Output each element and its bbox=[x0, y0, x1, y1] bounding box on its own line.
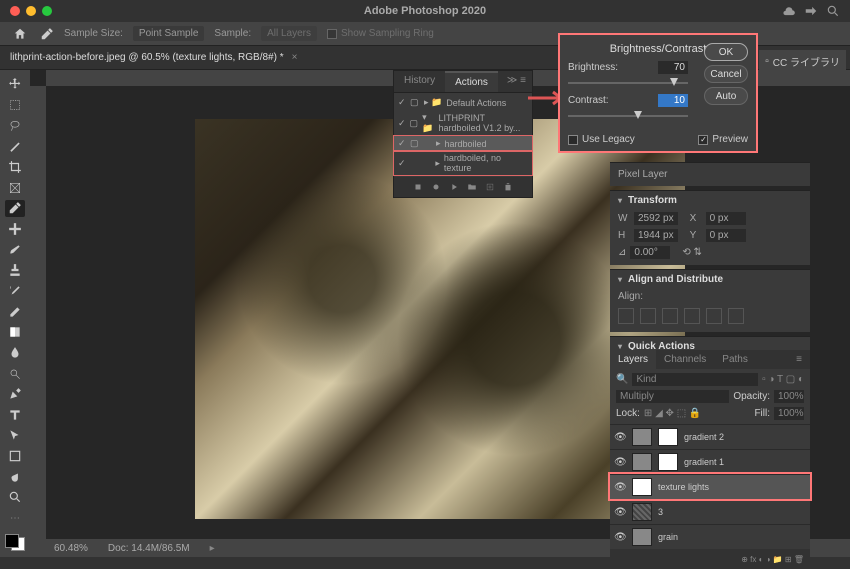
contrast-field[interactable]: 10 bbox=[658, 94, 688, 107]
layer-row[interactable]: 👁gradient 2 bbox=[610, 424, 810, 449]
cc-libraries-button[interactable]: ▫ CC ライブラリ bbox=[759, 50, 846, 73]
use-legacy-checkbox[interactable]: Use Legacy bbox=[568, 134, 635, 145]
new-icon[interactable] bbox=[485, 182, 495, 192]
tab-history[interactable]: History bbox=[394, 71, 445, 92]
wand-tool[interactable] bbox=[5, 138, 25, 155]
brush-tool[interactable] bbox=[5, 241, 25, 258]
y-field[interactable]: 0 px bbox=[706, 229, 746, 242]
show-ring-checkbox[interactable]: Show Sampling Ring bbox=[327, 28, 434, 39]
history-brush-tool[interactable] bbox=[5, 283, 25, 300]
record-icon[interactable] bbox=[431, 182, 441, 192]
contrast-slider[interactable] bbox=[568, 111, 688, 121]
layer-row[interactable]: 👁grain bbox=[610, 524, 810, 549]
zoom-field[interactable]: 60.48% bbox=[54, 543, 88, 554]
visibility-icon[interactable]: 👁 bbox=[614, 507, 626, 518]
stop-icon[interactable] bbox=[413, 182, 423, 192]
align-header[interactable]: Align and Distribute bbox=[618, 274, 802, 285]
opacity-field[interactable]: 100% bbox=[774, 390, 804, 403]
layer-row[interactable]: 👁gradient 1 bbox=[610, 449, 810, 474]
share-icon[interactable] bbox=[804, 4, 818, 18]
crop-tool[interactable] bbox=[5, 159, 25, 176]
brightness-slider[interactable] bbox=[568, 78, 688, 88]
visibility-icon[interactable]: 👁 bbox=[614, 532, 626, 543]
pixel-layer-label: Pixel Layer bbox=[618, 169, 667, 180]
action-item[interactable]: ✓▢▸ 📁Default Actions bbox=[394, 95, 532, 110]
close-window[interactable] bbox=[10, 6, 20, 16]
doc-info[interactable]: Doc: 14.4M/86.5M bbox=[108, 543, 190, 554]
x-field[interactable]: 0 px bbox=[706, 212, 746, 225]
sample-label: Sample: bbox=[214, 28, 251, 39]
height-field[interactable]: 1944 px bbox=[634, 229, 678, 242]
kind-filter[interactable]: Kind bbox=[632, 373, 758, 386]
search-icon[interactable] bbox=[826, 4, 840, 18]
layer-row[interactable]: 👁3 bbox=[610, 499, 810, 524]
action-item[interactable]: ✓▸hardboiled, no texture bbox=[394, 151, 532, 175]
width-field[interactable]: 2592 px bbox=[634, 212, 678, 225]
type-tool[interactable] bbox=[5, 407, 25, 424]
tab-layers[interactable]: Layers bbox=[610, 350, 656, 369]
layers-panel: Layers Channels Paths ≡ 🔍Kind▫ ◑ T ▢ ◐ M… bbox=[610, 350, 810, 569]
ok-button[interactable]: OK bbox=[704, 43, 748, 61]
tab-actions[interactable]: Actions bbox=[445, 71, 498, 92]
layer-row-selected[interactable]: 👁texture lights bbox=[610, 474, 810, 499]
fill-field[interactable]: 100% bbox=[774, 407, 804, 420]
brightness-label: Brightness: bbox=[568, 62, 658, 73]
visibility-icon[interactable]: 👁 bbox=[614, 457, 626, 468]
align-buttons[interactable] bbox=[618, 304, 802, 328]
preview-checkbox[interactable]: Preview bbox=[698, 134, 748, 145]
edit-toolbar[interactable]: ⋯ bbox=[5, 510, 25, 527]
pen-tool[interactable] bbox=[5, 386, 25, 403]
brightness-field[interactable]: 70 bbox=[658, 61, 688, 74]
heal-tool[interactable] bbox=[5, 221, 25, 238]
actions-panel: History Actions ≫ ≡ ✓▢▸ 📁Default Actions… bbox=[393, 70, 533, 198]
home-button[interactable] bbox=[10, 24, 30, 44]
eyedropper-tool[interactable] bbox=[5, 200, 25, 217]
hand-tool[interactable] bbox=[5, 468, 25, 485]
brightness-contrast-dialog: Brightness/Contrast Brightness:70 Contra… bbox=[558, 33, 758, 153]
tool-palette: ⋯ bbox=[0, 70, 30, 557]
app-title: Adobe Photoshop 2020 bbox=[364, 5, 486, 17]
cancel-button[interactable]: Cancel bbox=[704, 65, 748, 83]
sample-size-label: Sample Size: bbox=[64, 28, 123, 39]
zoom-tool[interactable] bbox=[5, 489, 25, 506]
action-item[interactable]: ✓▢▾ 📁LITHPRINT hardboiled V1.2 by... bbox=[394, 110, 532, 136]
transform-header[interactable]: Transform bbox=[618, 195, 802, 206]
dodge-tool[interactable] bbox=[5, 365, 25, 382]
tab-paths[interactable]: Paths bbox=[714, 350, 756, 369]
contrast-label: Contrast: bbox=[568, 95, 658, 106]
visibility-icon[interactable]: 👁 bbox=[614, 432, 626, 443]
document-tab[interactable]: lithprint-action-before.jpeg @ 60.5% (te… bbox=[10, 52, 297, 63]
eyedropper-icon bbox=[40, 27, 54, 41]
sample-size-dropdown[interactable]: Point Sample bbox=[133, 26, 204, 41]
eraser-tool[interactable] bbox=[5, 303, 25, 320]
color-swatch[interactable] bbox=[5, 534, 25, 551]
visibility-icon[interactable]: 👁 bbox=[614, 482, 626, 493]
maximize-window[interactable] bbox=[42, 6, 52, 16]
panel-menu-icon[interactable]: ≡ bbox=[788, 350, 810, 369]
angle-field[interactable]: 0.00° bbox=[630, 246, 670, 259]
ruler-vertical[interactable] bbox=[30, 86, 46, 557]
shape-tool[interactable] bbox=[5, 448, 25, 465]
blur-tool[interactable] bbox=[5, 345, 25, 362]
blend-mode[interactable]: Multiply bbox=[616, 390, 729, 403]
marquee-tool[interactable] bbox=[5, 97, 25, 114]
lasso-tool[interactable] bbox=[5, 117, 25, 134]
tab-channels[interactable]: Channels bbox=[656, 350, 714, 369]
play-icon[interactable] bbox=[449, 182, 459, 192]
folder-icon[interactable] bbox=[467, 182, 477, 192]
sample-dropdown[interactable]: All Layers bbox=[261, 26, 317, 41]
frame-tool[interactable] bbox=[5, 179, 25, 196]
action-item-selected[interactable]: ✓▢▸hardboiled bbox=[394, 136, 532, 151]
cloud-icon[interactable] bbox=[782, 4, 796, 18]
minimize-window[interactable] bbox=[26, 6, 36, 16]
path-select-tool[interactable] bbox=[5, 427, 25, 444]
move-tool[interactable] bbox=[5, 76, 25, 93]
trash-icon[interactable] bbox=[503, 182, 513, 192]
stamp-tool[interactable] bbox=[5, 262, 25, 279]
gradient-tool[interactable] bbox=[5, 324, 25, 341]
auto-button[interactable]: Auto bbox=[704, 87, 748, 105]
